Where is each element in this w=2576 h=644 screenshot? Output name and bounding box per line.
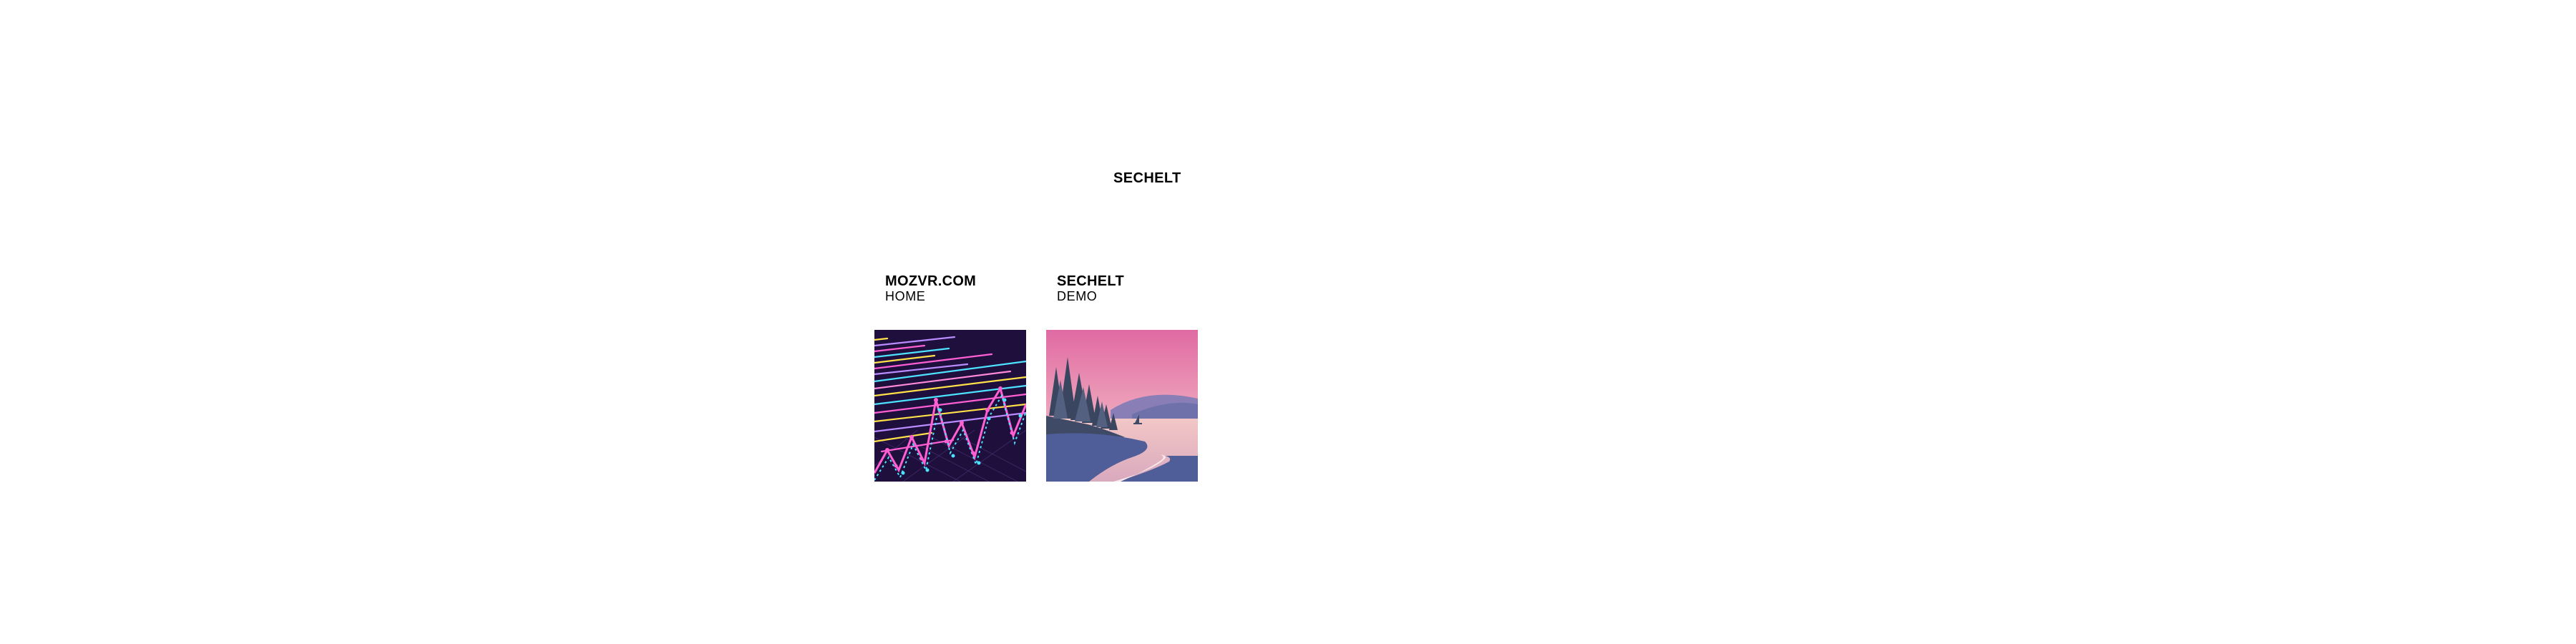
card-subtitle: HOME — [885, 289, 926, 303]
sunset-lake-landscape-icon — [1046, 330, 1198, 482]
card-mozvr-home[interactable]: MOZVR.COM HOME — [874, 274, 1026, 482]
card-header: MOZVR.COM HOME — [874, 274, 1026, 305]
card-header: SECHELT DEMO — [1046, 274, 1198, 305]
sunset-lake-thumbnail[interactable] — [1046, 330, 1198, 482]
neon-waveform-thumbnail[interactable] — [874, 330, 1026, 482]
page-title: SECHELT — [1113, 170, 1181, 186]
card-subtitle: DEMO — [1057, 289, 1098, 303]
neon-waveform-grid-icon — [874, 330, 1026, 482]
card-sechelt-demo[interactable]: SECHELT DEMO — [1046, 274, 1198, 482]
card-title: MOZVR.COM — [885, 273, 977, 289]
card-title: SECHELT — [1057, 273, 1124, 289]
